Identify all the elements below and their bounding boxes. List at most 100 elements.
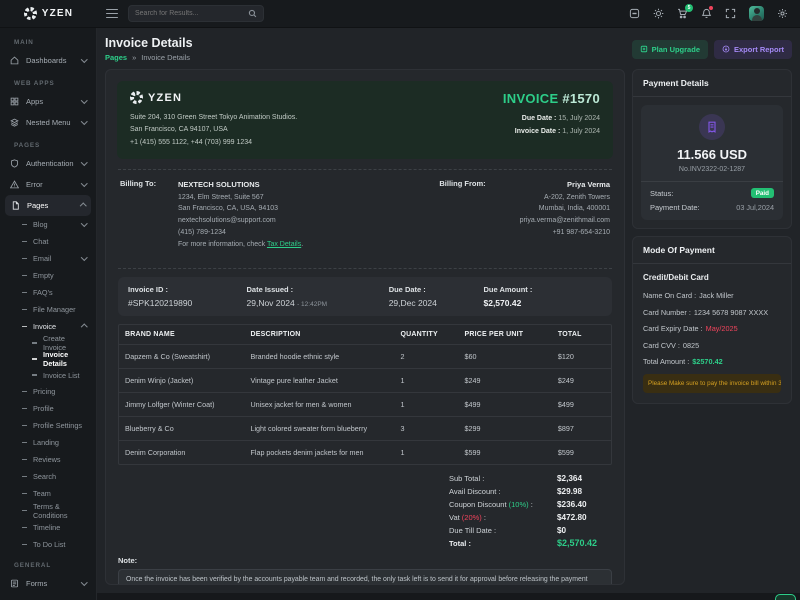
breadcrumb-separator: » xyxy=(132,53,136,62)
sidebar-section-pages: PAGES xyxy=(0,133,96,153)
sidebar-item-create-invoice[interactable]: Create Invoice xyxy=(0,335,96,351)
sidebar-item-error[interactable]: Error xyxy=(0,174,96,195)
sidebar-item-pages[interactable]: Pages xyxy=(5,195,91,216)
page-header: Invoice Details Pages » Invoice Details … xyxy=(97,28,800,69)
topnav: YZEN 5 xyxy=(0,0,800,28)
payment-summary-box: 11.566 USD No.INV2322-02-1287 Status: Pa… xyxy=(641,105,783,220)
table-row: Dapzem & Co (Sweatshirt) Branded hoodie … xyxy=(119,345,611,369)
totals-section: Sub Total : $2,364 Avail Discount : $29.… xyxy=(118,472,612,550)
invoice-dates: Due Date : 15, July 2024 Invoice Date : … xyxy=(503,113,600,138)
sidebar-item-empty[interactable]: Empty xyxy=(0,267,96,284)
sidebar-item-faqs[interactable]: FAQ's xyxy=(0,284,96,301)
payment-details-card: Payment Details 11.566 USD No.INV2322-02… xyxy=(632,69,792,229)
yzen-logo-icon xyxy=(130,91,143,104)
sidebar-item-landing[interactable]: Landing xyxy=(0,434,96,451)
sidebar-item-todo[interactable]: To Do List xyxy=(0,536,96,553)
sidebar-section-webapps: WEB APPS xyxy=(0,71,96,91)
invoice-company-address: Suite 204, 310 Green Street Tokyo Animat… xyxy=(130,112,297,149)
sidebar-item-profile-settings[interactable]: Profile Settings xyxy=(0,417,96,434)
breadcrumb: Pages » Invoice Details xyxy=(105,53,193,62)
form-icon xyxy=(10,579,19,588)
brand-logo[interactable]: YZEN xyxy=(0,7,97,20)
gear-icon[interactable] xyxy=(777,8,788,19)
sidebar-item-email[interactable]: Email xyxy=(0,250,96,267)
sidebar-item-forms[interactable]: Forms xyxy=(0,573,96,594)
search-icon[interactable] xyxy=(248,9,257,18)
table-header-row: BRAND NAME DESCRIPTION QUANTITY PRICE PE… xyxy=(119,325,611,345)
bell-icon[interactable] xyxy=(701,8,712,19)
chevron-down-icon xyxy=(81,254,87,260)
table-row: Denim Corporation Flap pockets denim jac… xyxy=(119,441,611,464)
sidebar-item-file-manager[interactable]: File Manager xyxy=(0,301,96,318)
file-icon xyxy=(11,201,20,210)
sidebar-item-chat[interactable]: Chat xyxy=(0,233,96,250)
sidebar-item-search[interactable]: Search xyxy=(0,468,96,485)
search-input[interactable] xyxy=(135,10,248,17)
dash-icon xyxy=(22,510,27,511)
fullscreen-icon[interactable] xyxy=(725,8,736,19)
dash-icon xyxy=(22,309,27,310)
card-number-row: Card Number :1234 5678 9087 XXXX xyxy=(643,308,781,317)
meta-date-issued: Date Issued : 29,Nov 2024 - 12:42PM xyxy=(247,285,389,308)
sidebar-item-nested-menu[interactable]: Nested Menu xyxy=(0,112,96,133)
sidebar-item-dashboards[interactable]: Dashboards xyxy=(0,50,96,71)
sidebar-item-team[interactable]: Team xyxy=(0,485,96,502)
chevron-down-icon xyxy=(81,56,87,62)
meta-due-amount: Due Amount : $2,570.42 xyxy=(483,285,602,308)
sidebar-item-profile[interactable]: Profile xyxy=(0,400,96,417)
sidebar-item-timeline[interactable]: Timeline xyxy=(0,519,96,536)
payment-status-row: Status: Paid xyxy=(650,186,774,200)
cart-icon[interactable]: 5 xyxy=(677,8,688,19)
alert-icon xyxy=(10,180,19,189)
billing-from-name: Priya Verma xyxy=(520,179,610,192)
chevron-down-icon xyxy=(81,159,87,165)
breadcrumb-pages-link[interactable]: Pages xyxy=(105,53,127,62)
layers-icon xyxy=(10,118,19,127)
sidebar-item-ui-elements[interactable]: UI Elements xyxy=(0,594,96,600)
export-report-button[interactable]: Export Report xyxy=(714,40,792,59)
items-table: BRAND NAME DESCRIPTION QUANTITY PRICE PE… xyxy=(118,324,612,465)
sidebar-item-invoice[interactable]: Invoice xyxy=(0,318,96,335)
billing-to: Billing To: NEXTECH SOLUTIONS 1234, Elm … xyxy=(120,179,303,251)
tax-details-link[interactable]: Tax Details xyxy=(267,241,301,248)
yzen-logo-icon xyxy=(24,7,37,20)
notification-dot xyxy=(709,6,713,10)
hamburger-icon[interactable] xyxy=(106,9,118,18)
dash-icon xyxy=(22,241,27,242)
sidebar-section-main: MAIN xyxy=(0,30,96,50)
billing-from: Billing From: Priya Verma A-202, Zenith … xyxy=(439,179,610,251)
sidebar-item-blog[interactable]: Blog xyxy=(0,216,96,233)
due-till-date-row: Due Till Date : $0 xyxy=(118,524,612,537)
note-textarea[interactable]: Once the invoice has been verified by th… xyxy=(118,569,612,585)
search-box[interactable] xyxy=(128,5,264,22)
sidebar-item-pricing[interactable]: Pricing xyxy=(0,383,96,400)
payment-method: Credit/Debit Card xyxy=(643,273,781,282)
dash-icon xyxy=(22,292,27,293)
dash-icon xyxy=(22,544,27,545)
card-name-row: Name On Card :Jack Miller xyxy=(643,291,781,300)
topnav-icons: 5 xyxy=(629,6,800,21)
grand-total-row: Total : $2,570.42 xyxy=(118,537,612,550)
sidebar-item-invoice-list[interactable]: Invoice List xyxy=(0,367,96,383)
sidebar-item-invoice-details[interactable]: Invoice Details xyxy=(0,351,96,367)
sidebar-item-authentication[interactable]: Authentication xyxy=(0,153,96,174)
avatar[interactable] xyxy=(749,6,764,21)
card-total-row: Total Amount :$2570.42 xyxy=(643,357,781,366)
sun-icon[interactable] xyxy=(653,8,664,19)
meta-invoice-id: Invoice ID : #SPK120219890 xyxy=(128,285,247,308)
dash-icon xyxy=(22,459,27,460)
sidebar-item-reviews[interactable]: Reviews xyxy=(0,451,96,468)
sidebar-item-terms[interactable]: Terms & Conditions xyxy=(0,502,96,519)
invoice-number: #1570 xyxy=(562,91,600,106)
main-content: Invoice Details Pages » Invoice Details … xyxy=(97,28,800,600)
card-cvv-row: Card CVV :0825 xyxy=(643,341,781,350)
plan-upgrade-button[interactable]: Plan Upgrade xyxy=(632,40,708,59)
sidebar: MAIN Dashboards WEB APPS Apps Nested Men… xyxy=(0,28,97,600)
flag-icon[interactable] xyxy=(629,8,640,19)
sidebar-item-apps[interactable]: Apps xyxy=(0,91,96,112)
chevron-down-icon xyxy=(81,97,87,103)
mode-of-payment-card: Mode Of Payment Credit/Debit Card Name O… xyxy=(632,236,792,404)
dash-icon xyxy=(22,527,27,528)
note-label: Note: xyxy=(118,556,612,565)
scroll-top-button[interactable] xyxy=(775,594,796,600)
